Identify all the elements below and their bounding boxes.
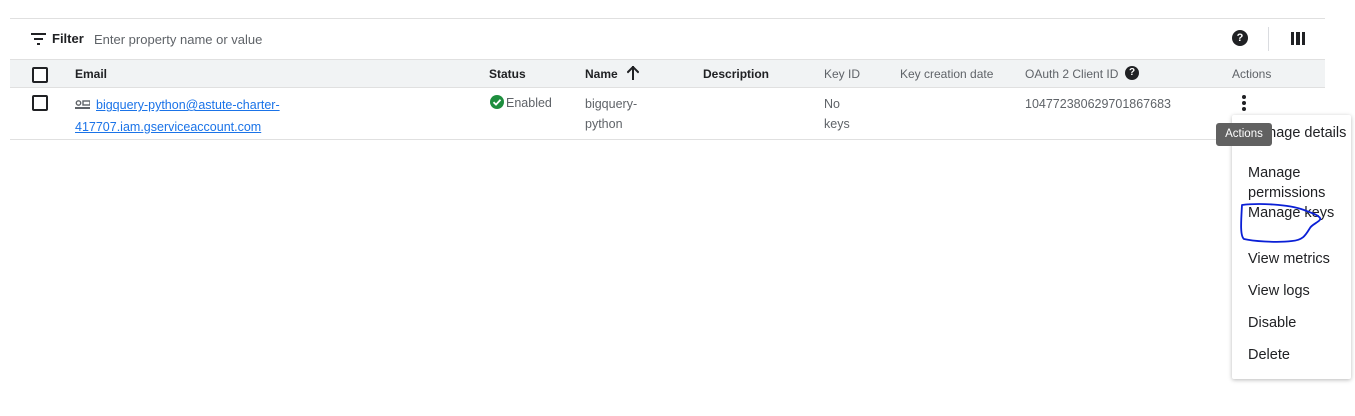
menu-item-manage-permissions[interactable]: Manage permissions xyxy=(1248,163,1348,203)
service-account-email[interactable]: bigquery-python@astute-charter-417707.ia… xyxy=(75,98,280,134)
menu-item-view-logs[interactable]: View logs xyxy=(1248,281,1348,301)
actions-menu: Manage details Manage permissions Manage… xyxy=(1232,115,1351,379)
column-header-oauth-client-id[interactable]: OAuth 2 Client ID xyxy=(1025,67,1118,81)
status-badge: Enabled xyxy=(490,95,552,110)
service-account-icon xyxy=(75,100,90,109)
hand-drawn-highlight-circle xyxy=(1240,203,1322,243)
row-checkbox[interactable] xyxy=(32,95,48,111)
filter-bar: Filter ? xyxy=(10,19,1325,59)
column-header-key-creation-date[interactable]: Key creation date xyxy=(900,67,993,81)
table-header-row: Email Status Name Description Key ID Key… xyxy=(10,59,1325,88)
select-all-checkbox[interactable] xyxy=(32,67,48,83)
column-header-description[interactable]: Description xyxy=(703,67,769,81)
status-text: Enabled xyxy=(506,96,552,110)
actions-tooltip: Actions xyxy=(1216,123,1272,146)
column-header-status[interactable]: Status xyxy=(489,67,526,81)
column-header-email[interactable]: Email xyxy=(75,67,107,81)
oauth-help-icon[interactable]: ? xyxy=(1125,66,1139,80)
oauth-client-id-cell: 104772380629701867683 xyxy=(1025,97,1171,111)
toolbar-divider xyxy=(1268,27,1269,51)
check-circle-icon xyxy=(490,95,504,109)
menu-item-delete[interactable]: Delete xyxy=(1248,345,1348,365)
column-display-icon[interactable] xyxy=(1291,32,1305,45)
help-circle-icon[interactable]: ? xyxy=(1232,30,1248,46)
menu-item-disable[interactable]: Disable xyxy=(1248,313,1348,333)
more-actions-kebab-icon[interactable] xyxy=(1239,95,1249,113)
sort-ascending-arrow-icon[interactable] xyxy=(627,66,639,80)
filter-lines-icon[interactable] xyxy=(31,32,47,46)
filter-label[interactable]: Filter xyxy=(52,31,84,46)
column-header-key-id[interactable]: Key ID xyxy=(824,67,860,81)
service-account-email-link[interactable]: bigquery-python@astute-charter-417707.ia… xyxy=(75,94,305,138)
filter-input[interactable] xyxy=(94,30,494,48)
column-header-actions: Actions xyxy=(1232,67,1272,81)
menu-item-view-metrics[interactable]: View metrics xyxy=(1248,249,1348,269)
name-cell: bigquery-python xyxy=(585,97,638,131)
table-row: bigquery-python@astute-charter-417707.ia… xyxy=(10,88,1325,140)
column-header-name[interactable]: Name xyxy=(585,67,618,81)
key-id-cell: No keys xyxy=(824,97,850,131)
